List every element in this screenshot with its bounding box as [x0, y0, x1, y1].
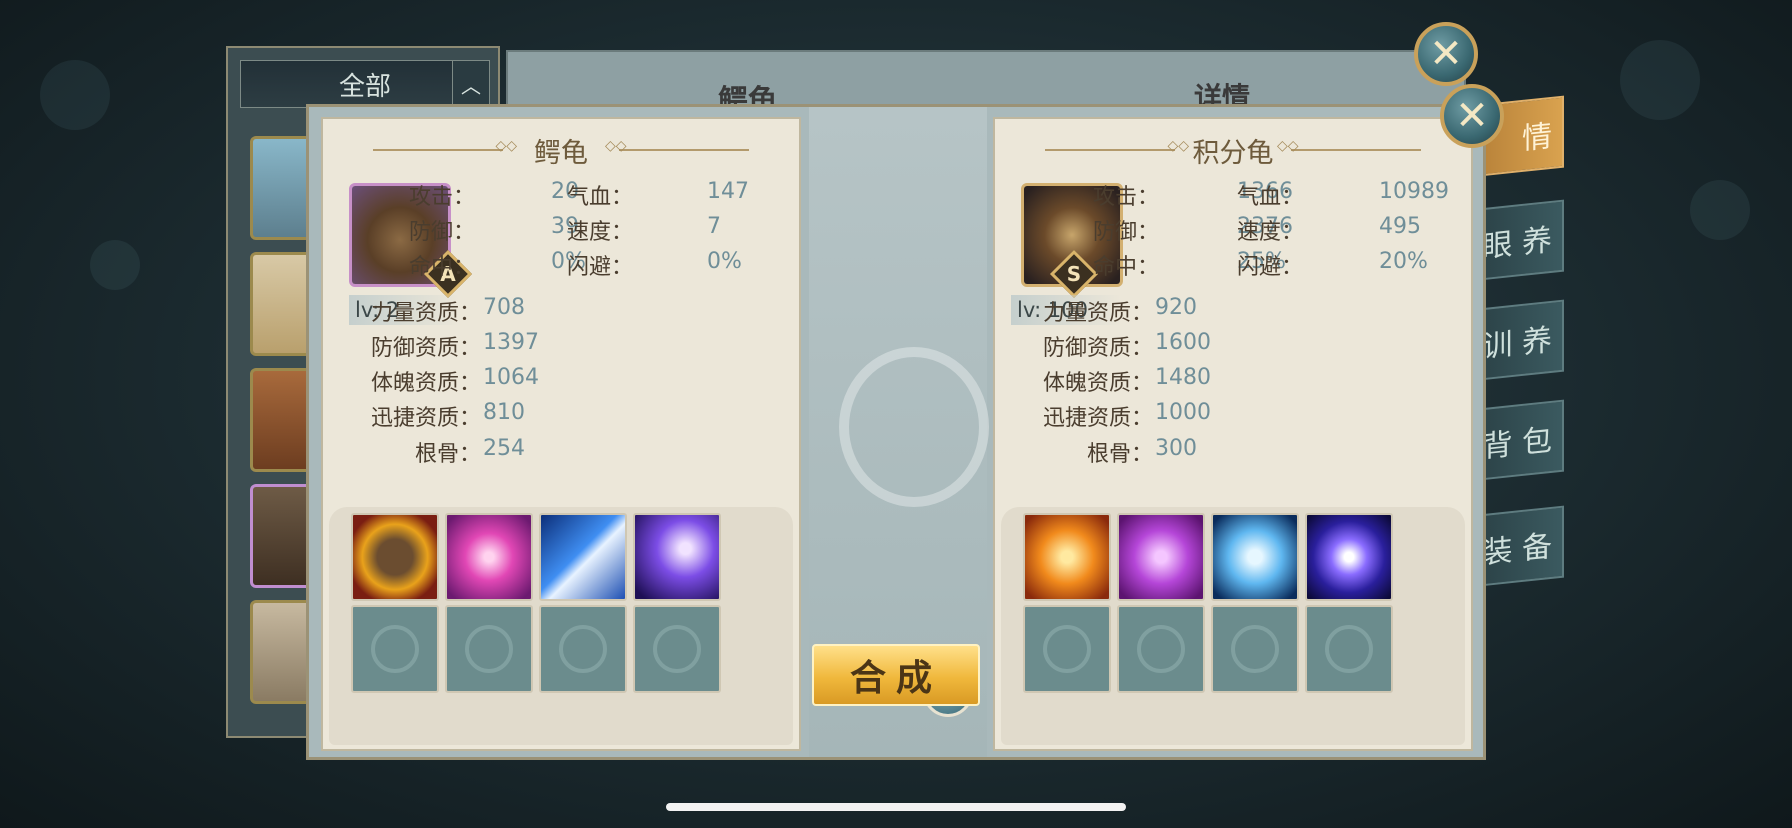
energy-orb-skill-icon[interactable] — [1305, 513, 1393, 601]
aptitude-label: 迅捷资质： — [371, 406, 482, 431]
right-pet-name: 积分龟 — [1192, 138, 1274, 169]
filter-label: 全部 — [338, 71, 391, 102]
stat-label: 闪避： — [566, 255, 633, 280]
aptitude-value: 708 — [483, 295, 525, 320]
lightning-arrow-skill-icon[interactable] — [539, 513, 627, 601]
purple-slash-skill-icon[interactable] — [633, 513, 721, 601]
aptitude-value: 1000 — [1155, 400, 1211, 425]
stat-label: 速度： — [566, 220, 633, 245]
aptitude-label: 防御资质： — [1043, 336, 1154, 361]
aptitude-value: 300 — [1155, 436, 1197, 461]
stat-label: 气血： — [566, 185, 633, 210]
stat-label: 攻击： — [408, 185, 475, 210]
left-pet-card: 鳄龟 A lv: 2 攻击：20 气血：147 防御：39 速度：7 命中：0%… — [321, 117, 801, 751]
empty-skill-slot[interactable] — [1023, 605, 1111, 693]
empty-skill-slot[interactable] — [1117, 605, 1205, 693]
empty-skill-slot[interactable] — [1211, 605, 1299, 693]
stat-label: 闪避： — [1236, 255, 1303, 280]
aptitude-label: 力量资质： — [371, 301, 482, 326]
home-indicator — [666, 803, 1126, 811]
aptitude-value: 1397 — [483, 330, 539, 355]
right-skill-grid — [1001, 507, 1465, 745]
empty-skill-slot[interactable] — [351, 605, 439, 693]
background-bokeh — [1620, 40, 1700, 120]
tab-equip[interactable]: 装 备 — [1480, 505, 1564, 587]
left-pet-name: 鳄龟 — [534, 138, 588, 169]
aptitude-value: 810 — [483, 400, 525, 425]
background-close-button[interactable]: ✕ — [1414, 22, 1478, 86]
compose-button[interactable]: 合成 — [812, 644, 980, 706]
aptitude-label: 体魄资质： — [371, 371, 482, 396]
stat-value: 147 — [707, 179, 749, 204]
aptitude-value: 920 — [1155, 295, 1197, 320]
stat-label: 命中： — [408, 255, 475, 280]
aptitude-label: 根骨： — [1086, 442, 1153, 467]
aptitude-value: 254 — [483, 436, 525, 461]
tab-cultivate[interactable]: 眼 养 — [1480, 199, 1564, 281]
aptitude-label: 体魄资质： — [1043, 371, 1154, 396]
stat-label: 攻击： — [1092, 185, 1159, 210]
aptitude-label: 根骨： — [414, 442, 481, 467]
stat-label: 速度： — [1236, 220, 1303, 245]
stat-value: 7 — [707, 214, 721, 239]
aptitude-value: 1064 — [483, 365, 539, 390]
chevron-up-icon[interactable]: ︿ — [452, 61, 489, 107]
stat-label: 命中： — [1092, 255, 1159, 280]
aptitude-label: 力量资质： — [1043, 301, 1154, 326]
empty-skill-slot[interactable] — [633, 605, 721, 693]
filter-dropdown[interactable]: 全部 ︿ — [240, 60, 490, 108]
close-button[interactable]: ✕ — [1440, 84, 1504, 148]
aptitude-label: 防御资质： — [371, 336, 482, 361]
stat-label: 气血： — [1236, 185, 1303, 210]
stat-value: 495 — [1379, 214, 1421, 239]
background-bokeh — [1690, 180, 1750, 240]
left-skill-grid — [329, 507, 793, 745]
empty-skill-slot[interactable] — [539, 605, 627, 693]
stat-label: 防御： — [408, 220, 475, 245]
dragon-emblem-icon — [839, 347, 989, 507]
stat-value: 10989 — [1379, 179, 1449, 204]
aptitude-value: 1600 — [1155, 330, 1211, 355]
pink-vortex-skill-icon[interactable] — [445, 513, 533, 601]
background-bokeh — [90, 240, 140, 290]
stat-label: 防御： — [1092, 220, 1159, 245]
stat-value: 0% — [707, 249, 742, 274]
aptitude-label: 迅捷资质： — [1043, 406, 1154, 431]
right-pet-card: 积分龟 S lv: 100 攻击：1366 气血：10989 防御：2376 速… — [993, 117, 1473, 751]
fire-shield-skill-icon[interactable] — [1023, 513, 1111, 601]
empty-skill-slot[interactable] — [1305, 605, 1393, 693]
empty-skill-slot[interactable] — [445, 605, 533, 693]
stat-value: 20% — [1379, 249, 1428, 274]
aptitude-value: 1480 — [1155, 365, 1211, 390]
background-bokeh — [40, 60, 110, 130]
blue-heart-skill-icon[interactable] — [1211, 513, 1299, 601]
tab-train[interactable]: 训 养 — [1480, 299, 1564, 381]
purple-shield-skill-icon[interactable] — [1117, 513, 1205, 601]
tab-bag[interactable]: 背 包 — [1480, 399, 1564, 481]
beast-roar-skill-icon[interactable] — [351, 513, 439, 601]
